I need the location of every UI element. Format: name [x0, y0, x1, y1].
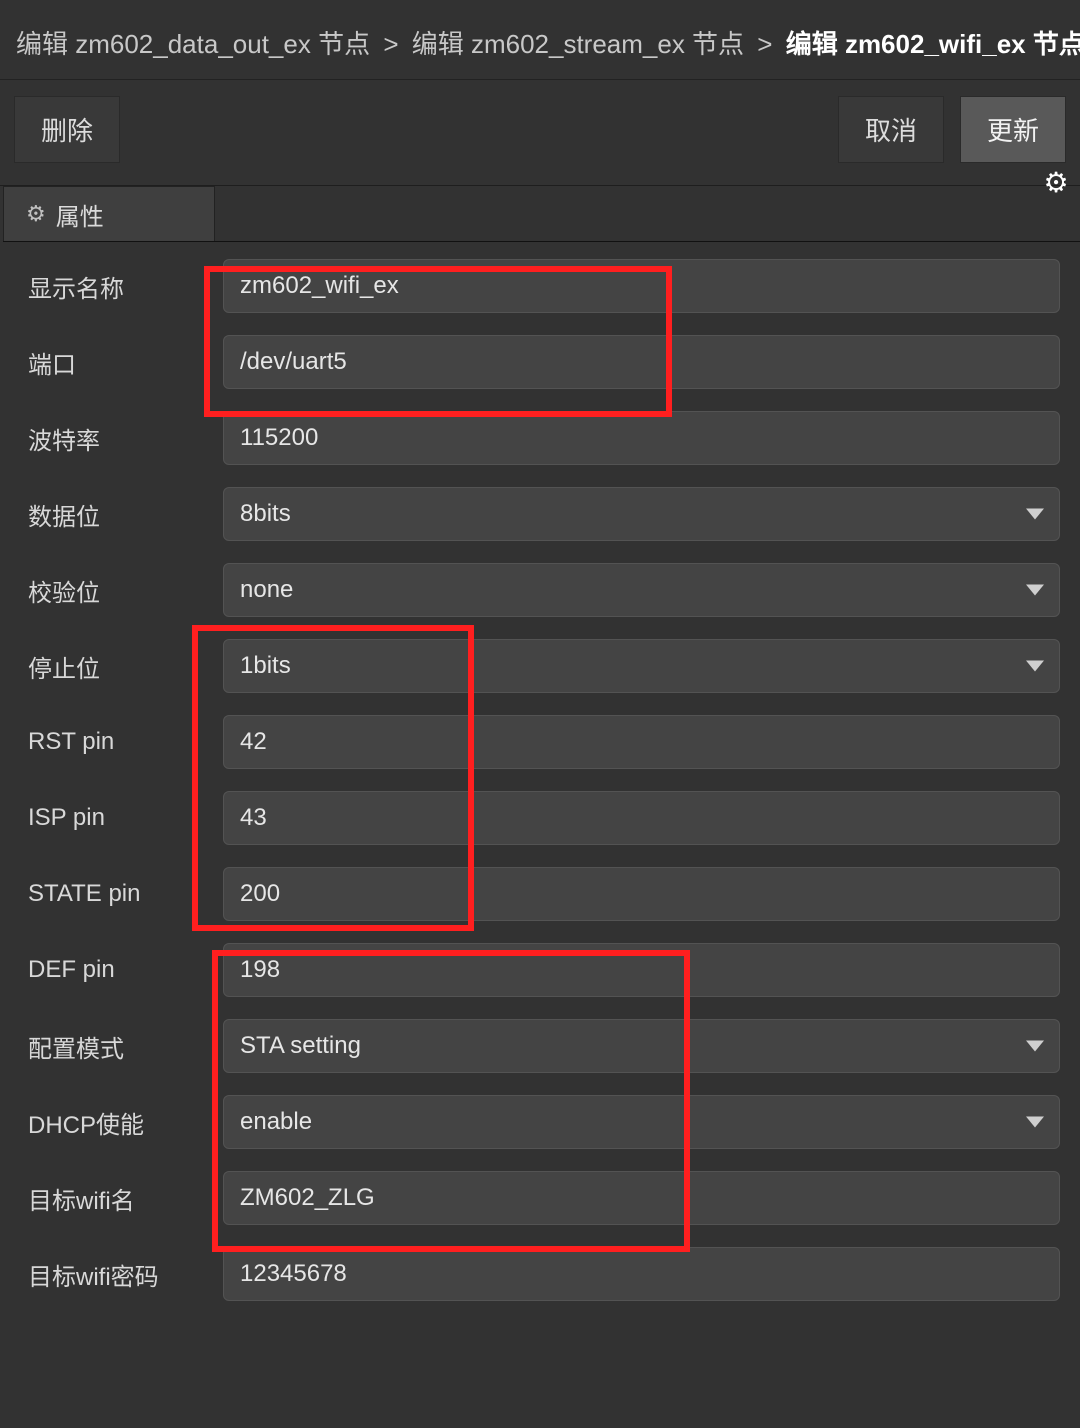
row-mode: 配置模式 STA setting — [28, 1008, 1060, 1084]
row-databits: 数据位 8bits — [28, 476, 1060, 552]
databits-select[interactable]: 8bits — [223, 487, 1060, 541]
label-dhcp: DHCP使能 — [28, 1105, 223, 1140]
panel-settings-button[interactable] — [1032, 154, 1080, 210]
gear-icon — [26, 200, 46, 228]
row-parity: 校验位 none — [28, 552, 1060, 628]
parity-select[interactable]: none — [223, 563, 1060, 617]
row-port: 端口 — [28, 324, 1060, 400]
breadcrumb-sep: > — [383, 29, 398, 59]
label-parity: 校验位 — [28, 573, 223, 608]
properties-form: 显示名称 端口 波特率 数据位 8bits 校验位 — [0, 242, 1080, 1312]
label-isp-pin: ISP pin — [28, 804, 223, 832]
delete-button[interactable]: 删除 — [14, 96, 120, 163]
label-ssid: 目标wifi名 — [28, 1181, 223, 1216]
def-pin-input[interactable] — [223, 943, 1060, 997]
label-display-name: 显示名称 — [28, 269, 223, 304]
breadcrumb-item-2[interactable]: 编辑 zm602_stream_ex 节点 — [412, 29, 744, 59]
tab-properties[interactable]: 属性 — [3, 186, 215, 241]
password-input[interactable] — [223, 1247, 1060, 1301]
cancel-button[interactable]: 取消 — [838, 96, 944, 163]
breadcrumb-item-current: 编辑 zm602_wifi_ex 节点 — [786, 29, 1080, 59]
row-def-pin: DEF pin — [28, 932, 1060, 1008]
row-display-name: 显示名称 — [28, 248, 1060, 324]
row-baud: 波特率 — [28, 400, 1060, 476]
rst-pin-input[interactable] — [223, 715, 1060, 769]
isp-pin-input[interactable] — [223, 791, 1060, 845]
stopbits-select[interactable]: 1bits — [223, 639, 1060, 693]
tab-properties-label: 属性 — [56, 197, 104, 232]
editor-tabstrip: 属性 — [3, 186, 1080, 242]
breadcrumb-item-1[interactable]: 编辑 zm602_data_out_ex 节点 — [16, 29, 370, 59]
row-rst-pin: RST pin — [28, 704, 1060, 780]
row-password: 目标wifi密码 — [28, 1236, 1060, 1312]
label-port: 端口 — [28, 345, 223, 380]
row-dhcp: DHCP使能 enable — [28, 1084, 1060, 1160]
toolbar-right-group: 取消 更新 — [838, 96, 1066, 163]
label-stopbits: 停止位 — [28, 649, 223, 684]
label-mode: 配置模式 — [28, 1029, 223, 1064]
ssid-input[interactable] — [223, 1171, 1060, 1225]
row-isp-pin: ISP pin — [28, 780, 1060, 856]
label-state-pin: STATE pin — [28, 880, 223, 908]
port-input[interactable] — [223, 335, 1060, 389]
display-name-input[interactable] — [223, 259, 1060, 313]
label-rst-pin: RST pin — [28, 728, 223, 756]
label-databits: 数据位 — [28, 497, 223, 532]
label-baud: 波特率 — [28, 421, 223, 456]
state-pin-input[interactable] — [223, 867, 1060, 921]
node-editor-panel: 编辑 zm602_data_out_ex 节点 > 编辑 zm602_strea… — [0, 0, 1080, 1428]
row-stopbits: 停止位 1bits — [28, 628, 1060, 704]
editor-toolbar: 删除 取消 更新 — [0, 80, 1080, 186]
label-password: 目标wifi密码 — [28, 1257, 223, 1292]
row-ssid: 目标wifi名 — [28, 1160, 1060, 1236]
row-state-pin: STATE pin — [28, 856, 1060, 932]
breadcrumb: 编辑 zm602_data_out_ex 节点 > 编辑 zm602_strea… — [0, 8, 1080, 80]
breadcrumb-sep: > — [757, 29, 772, 59]
update-button[interactable]: 更新 — [960, 96, 1066, 163]
dhcp-select[interactable]: enable — [223, 1095, 1060, 1149]
baud-input[interactable] — [223, 411, 1060, 465]
mode-select[interactable]: STA setting — [223, 1019, 1060, 1073]
label-def-pin: DEF pin — [28, 956, 223, 984]
